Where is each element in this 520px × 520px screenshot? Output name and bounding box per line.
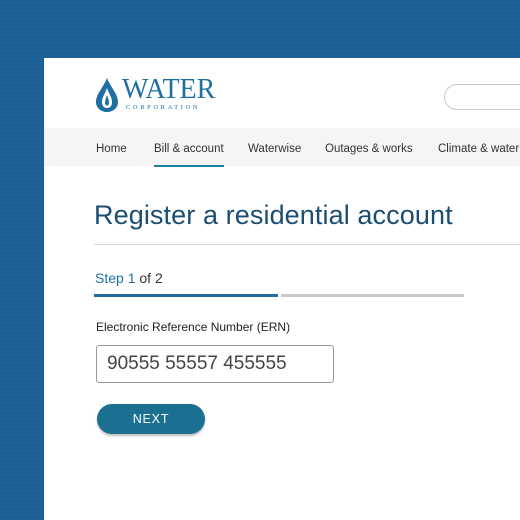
water-corporation-logo[interactable]: WATER CORPORATION [94, 74, 224, 114]
step-progress-complete [94, 294, 278, 297]
title-divider [94, 244, 520, 245]
step-prefix: Step [95, 270, 124, 286]
next-button[interactable]: NEXT [97, 404, 205, 434]
browser-page: WATER CORPORATION Home Bill & account Wa… [44, 58, 520, 520]
nav-item-climate-water[interactable]: Climate & water [438, 128, 519, 166]
site-header: WATER CORPORATION [44, 58, 520, 128]
step-indicator: Step 1 of 2 [95, 270, 163, 286]
nav-item-bill-account[interactable]: Bill & account [154, 128, 224, 167]
step-total: of 2 [139, 270, 163, 286]
nav-item-home[interactable]: Home [96, 128, 127, 166]
page-title: Register a residential account [94, 200, 453, 230]
nav-item-outages-works[interactable]: Outages & works [325, 128, 413, 166]
logo-wordmark: WATER [122, 74, 216, 105]
search-input[interactable] [444, 84, 520, 110]
step-progress-remaining [281, 294, 464, 297]
water-drop-icon [96, 78, 118, 112]
step-current: 1 [127, 270, 136, 286]
ern-label: Electronic Reference Number (ERN) [96, 320, 291, 334]
nav-item-waterwise[interactable]: Waterwise [248, 128, 301, 166]
ern-input[interactable] [96, 345, 334, 383]
main-nav: Home Bill & account Waterwise Outages & … [44, 128, 520, 167]
logo-subtitle: CORPORATION [126, 104, 201, 111]
